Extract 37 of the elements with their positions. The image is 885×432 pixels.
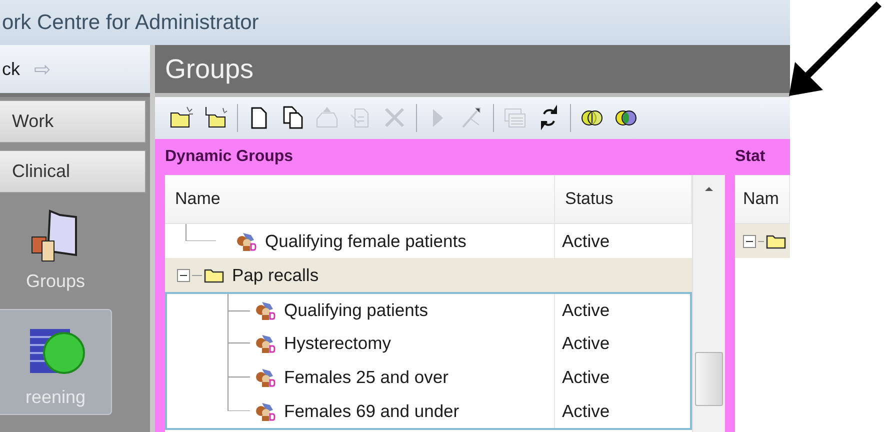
nav-button[interactable]: Clinical bbox=[0, 150, 146, 193]
group-name[interactable]: Females 25 and over bbox=[284, 366, 448, 388]
group-people-icon bbox=[254, 333, 276, 353]
status-cell-text: Active bbox=[561, 230, 611, 252]
window-title: ork Centre for Administrator bbox=[0, 0, 790, 45]
group-name[interactable]: Qualifying patients bbox=[284, 300, 428, 320]
panel-title: Dynamic Groups bbox=[165, 147, 294, 167]
folder-row[interactable]: Pap recalls bbox=[165, 258, 692, 292]
nav-button[interactable]: Work bbox=[0, 100, 146, 143]
status-cell-text: Active bbox=[561, 332, 611, 354]
group-name[interactable]: Hysterectomy bbox=[284, 332, 391, 354]
scrollbar[interactable] bbox=[692, 175, 725, 432]
group-name[interactable]: Qualifying female patients bbox=[265, 230, 466, 252]
scroll-thumb[interactable] bbox=[695, 352, 723, 406]
group-people-icon bbox=[235, 231, 257, 251]
group-name[interactable]: Females 69 and under bbox=[284, 400, 460, 422]
collapse-toggle[interactable] bbox=[743, 234, 756, 248]
page-title: Groups bbox=[155, 45, 790, 97]
group-people-icon bbox=[254, 401, 276, 421]
collapse-toggle[interactable] bbox=[177, 268, 190, 282]
status-cell-text: Active bbox=[561, 366, 611, 388]
folder-row[interactable] bbox=[735, 224, 790, 258]
folder-icon bbox=[766, 233, 786, 249]
scroll-up-icon[interactable] bbox=[705, 187, 713, 191]
group-people-icon bbox=[254, 300, 276, 320]
status-cell-text: Active bbox=[561, 298, 611, 322]
back-link[interactable]: ck bbox=[2, 58, 20, 80]
panel-title: Stat bbox=[735, 147, 766, 167]
folder-name[interactable]: Pap recalls bbox=[232, 264, 319, 286]
column-header[interactable]: Nam bbox=[735, 175, 790, 223]
tree-line bbox=[227, 326, 250, 360]
folder-icon bbox=[204, 267, 224, 283]
status-cell-text: Active bbox=[561, 400, 611, 422]
tree-line bbox=[227, 294, 250, 328]
tree-line bbox=[185, 224, 216, 241]
column-header[interactable]: Name bbox=[165, 175, 555, 223]
group-people-icon bbox=[254, 367, 276, 387]
